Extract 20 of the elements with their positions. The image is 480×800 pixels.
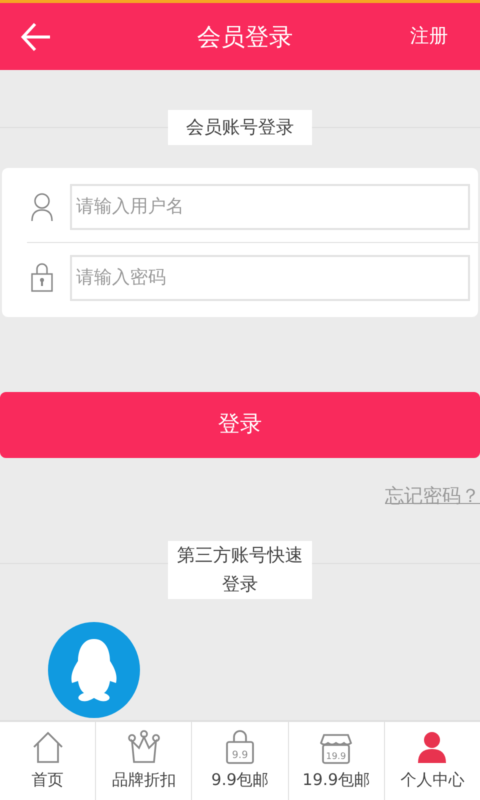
nav-tab-label: 个人中心	[400, 769, 464, 791]
nav-tab-label: 19.9包邮	[302, 769, 370, 791]
back-arrow-icon	[20, 22, 52, 52]
user-icon	[30, 192, 54, 221]
section-title: 第三方账号快速登录	[168, 540, 312, 599]
login-button[interactable]: 登录	[0, 392, 480, 458]
nav-tab[interactable]: 首页	[0, 722, 96, 800]
nav-tab-label: 品牌折扣	[112, 769, 176, 791]
username-field[interactable]: 请输入用户名	[70, 184, 470, 230]
nav-tab[interactable]: 9.9 9.9包邮	[191, 722, 288, 800]
register-button[interactable]: 注册	[410, 22, 464, 51]
section-title: 会员账号登录	[168, 110, 312, 144]
nav-tab-label: 首页	[32, 769, 64, 791]
nav-tab[interactable]: 品牌折扣	[95, 722, 192, 800]
page-title: 会员登录	[197, 22, 293, 53]
password-field[interactable]: 请输入密码	[70, 254, 470, 301]
nav-tab-label: 9.9包邮	[211, 769, 269, 791]
nav-tab[interactable]: 个人中心	[384, 722, 480, 800]
nav-tab[interactable]: 19.9 19.9包邮	[288, 722, 384, 800]
lock-icon	[30, 262, 54, 293]
